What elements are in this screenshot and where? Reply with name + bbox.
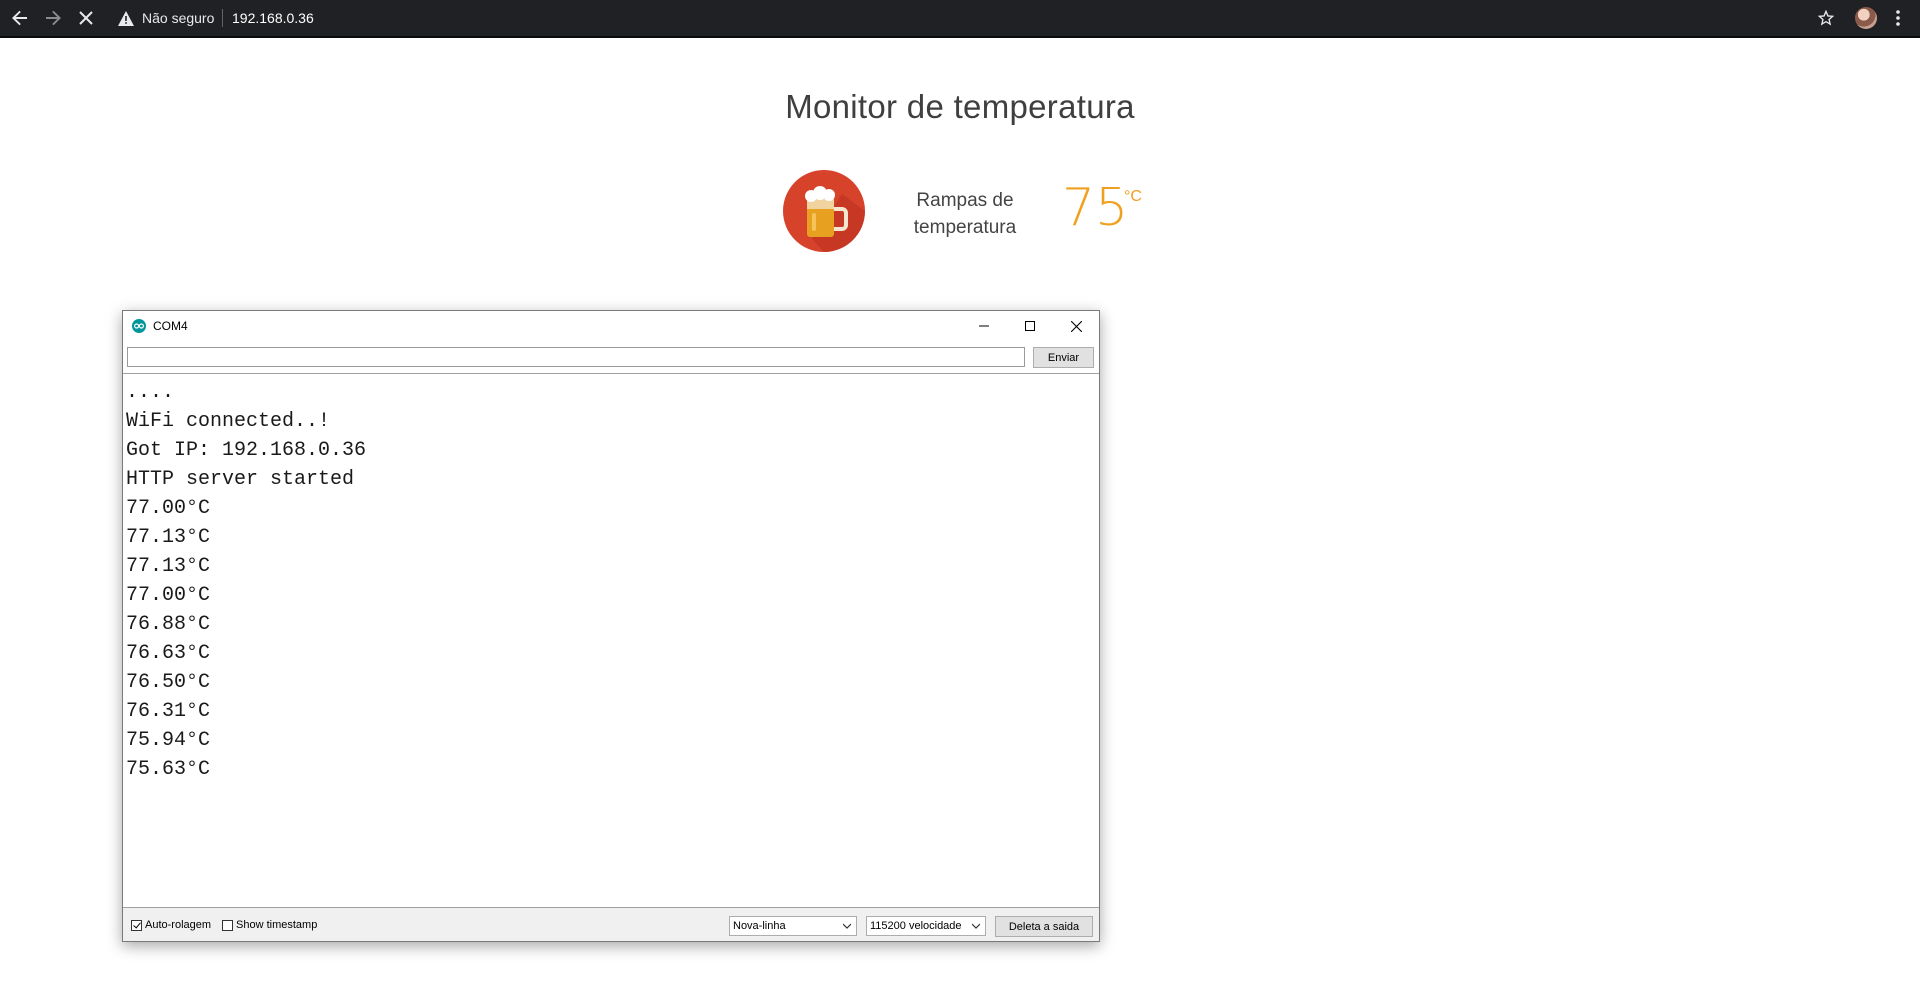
beer-mug-icon bbox=[783, 170, 865, 252]
serial-monitor-window: COM4 Enviar .... WiFi connected..! Got IP:… bbox=[122, 310, 1100, 942]
back-button[interactable] bbox=[8, 6, 32, 30]
output-line: 77.13°C bbox=[126, 555, 211, 578]
output-line: 75.94°C bbox=[126, 729, 211, 752]
output-line: HTTP server started bbox=[126, 468, 355, 491]
serial-output[interactable]: .... WiFi connected..! Got IP: 192.168.0.3… bbox=[123, 373, 1099, 908]
timestamp-checkbox[interactable]: Show timestamp bbox=[222, 919, 317, 931]
url-divider bbox=[222, 9, 223, 27]
bookmark-button[interactable] bbox=[1814, 6, 1838, 30]
temperature-unit: °C bbox=[1124, 188, 1142, 205]
warning-icon[interactable] bbox=[117, 9, 135, 27]
baud-rate-value: 115200 velocidade bbox=[870, 920, 962, 932]
output-line: 76.63°C bbox=[126, 642, 211, 665]
more-vertical-icon bbox=[1896, 10, 1900, 26]
card-label-line2: temperatura bbox=[913, 217, 1017, 238]
security-status[interactable]: Não seguro bbox=[142, 10, 214, 26]
window-title: COM4 bbox=[153, 319, 188, 333]
chevron-down-icon bbox=[972, 923, 980, 929]
send-button[interactable]: Enviar bbox=[1033, 347, 1094, 368]
close-icon bbox=[79, 11, 93, 25]
send-input[interactable] bbox=[127, 347, 1025, 367]
output-line: 77.13°C bbox=[126, 526, 211, 549]
output-line: 76.31°C bbox=[126, 700, 211, 723]
page-title: Monitor de temperatura bbox=[785, 88, 1135, 125]
star-icon bbox=[1818, 10, 1834, 26]
line-ending-value: Nova-linha bbox=[733, 920, 786, 932]
output-line: 75.63°C bbox=[126, 758, 211, 781]
autoscroll-checkbox-box[interactable] bbox=[131, 919, 142, 931]
maximize-button[interactable] bbox=[1007, 311, 1053, 341]
card-label: Rampas de temperatura bbox=[885, 187, 1045, 241]
temperature-value: 75 bbox=[1062, 178, 1129, 238]
output-line: 76.50°C bbox=[126, 671, 211, 694]
output-line: WiFi connected..! bbox=[126, 410, 331, 433]
timestamp-label: Show timestamp bbox=[236, 919, 318, 931]
line-ending-select[interactable]: Nova-linha bbox=[729, 916, 857, 936]
window-titlebar[interactable]: COM4 bbox=[123, 311, 1099, 341]
minimize-button[interactable] bbox=[961, 311, 1007, 341]
profile-avatar[interactable] bbox=[1855, 7, 1877, 29]
timestamp-checkbox-box[interactable] bbox=[222, 919, 233, 931]
close-window-button[interactable] bbox=[1053, 311, 1099, 341]
close-icon bbox=[1070, 320, 1082, 332]
arduino-icon bbox=[132, 319, 146, 333]
autoscroll-checkbox[interactable]: Auto-rolagem bbox=[131, 919, 211, 931]
browser-toolbar: Não seguro 192.168.0.36 bbox=[0, 0, 1920, 38]
forward-arrow-icon bbox=[46, 10, 61, 26]
maximize-icon bbox=[1025, 321, 1035, 331]
stop-loading-button[interactable] bbox=[74, 6, 98, 30]
autoscroll-label: Auto-rolagem bbox=[145, 919, 212, 931]
output-line: 77.00°C bbox=[126, 497, 211, 520]
forward-button[interactable] bbox=[41, 6, 65, 30]
back-arrow-icon bbox=[12, 10, 27, 26]
output-line: Got IP: 192.168.0.36 bbox=[126, 439, 367, 462]
chevron-down-icon bbox=[843, 923, 851, 929]
output-line: 77.00°C bbox=[126, 584, 211, 607]
clear-output-button[interactable]: Deleta a saida bbox=[995, 916, 1093, 937]
minimize-icon bbox=[979, 325, 989, 327]
address-bar-url[interactable]: 192.168.0.36 bbox=[232, 10, 314, 26]
output-line: 76.88°C bbox=[126, 613, 211, 636]
baud-rate-select[interactable]: 115200 velocidade bbox=[866, 916, 986, 936]
output-lines: .... WiFi connected..! Got IP: 192.168.0.3… bbox=[123, 374, 1099, 784]
browser-menu-button[interactable] bbox=[1886, 6, 1910, 30]
card-label-line1: Rampas de bbox=[916, 190, 1014, 211]
output-line: .... bbox=[126, 381, 175, 404]
